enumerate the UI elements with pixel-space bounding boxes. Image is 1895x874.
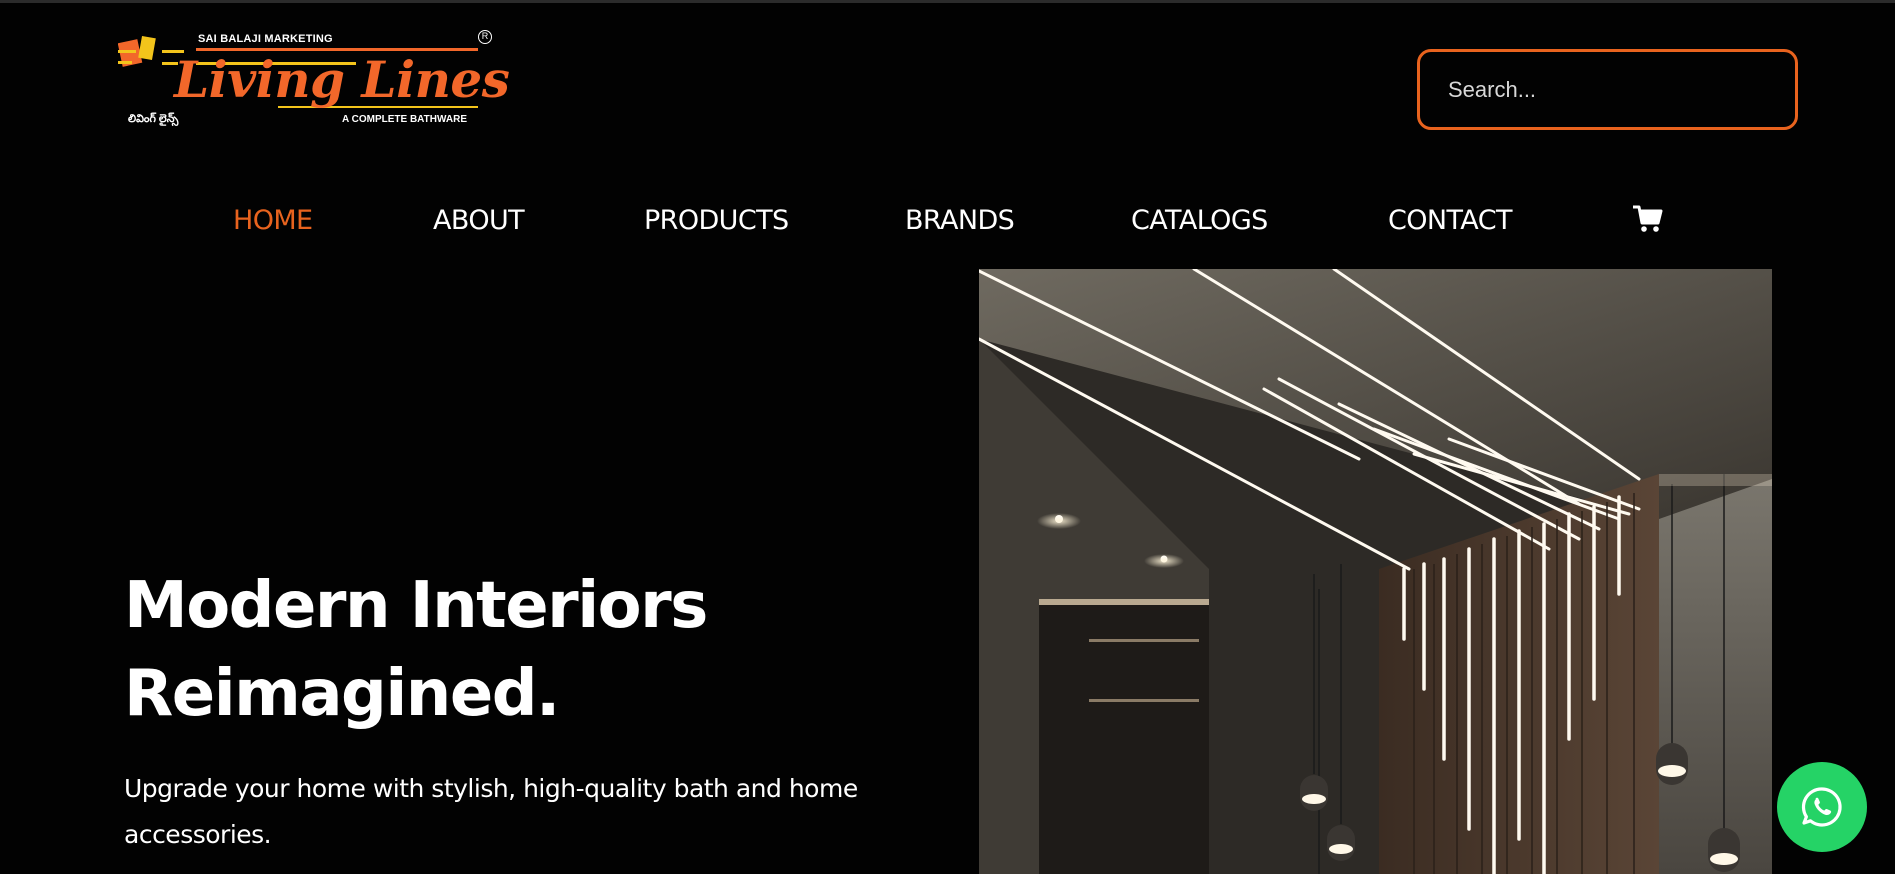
hero-image [979,269,1772,874]
hero-subtitle-line-2: accessories. [124,820,272,849]
top-border [0,0,1895,3]
main-nav: HOME ABOUT PRODUCTS BRANDS CATALOGS CONT… [0,205,1895,241]
search-input[interactable] [1417,49,1798,130]
nav-item-brands[interactable]: BRANDS [905,205,1015,236]
hero-title: Modern Interiors Reimagined. [124,562,944,738]
nav-item-catalogs[interactable]: CATALOGS [1131,205,1268,236]
shopping-cart-icon[interactable] [1632,204,1664,234]
hero-subtitle: Upgrade your home with stylish, high-qua… [124,766,924,858]
logo-wordmark: Living Lines [174,50,510,109]
nav-item-contact[interactable]: CONTACT [1388,205,1512,236]
page: SAI BALAJI MARKETING Living Lines R లివి… [0,0,1895,874]
nav-item-products[interactable]: PRODUCTS [644,205,789,236]
registered-mark: R [478,30,492,44]
logo-telugu-text: లివింగ్ లైన్స్ [128,113,179,125]
hero-title-line-2: Reimagined. [124,657,560,731]
brand-logo[interactable]: SAI BALAJI MARKETING Living Lines R లివి… [118,28,510,132]
whatsapp-button[interactable] [1777,762,1867,852]
logo-company-name: SAI BALAJI MARKETING [198,33,333,45]
hero-title-line-1: Modern Interiors [124,569,708,643]
whatsapp-icon [1801,787,1842,827]
nav-item-about[interactable]: ABOUT [433,205,525,236]
logo-tagline: A COMPLETE BATHWARE [342,114,467,125]
nav-item-home[interactable]: HOME [233,205,313,236]
hero-subtitle-line-1: Upgrade your home with stylish, high-qua… [124,774,858,803]
